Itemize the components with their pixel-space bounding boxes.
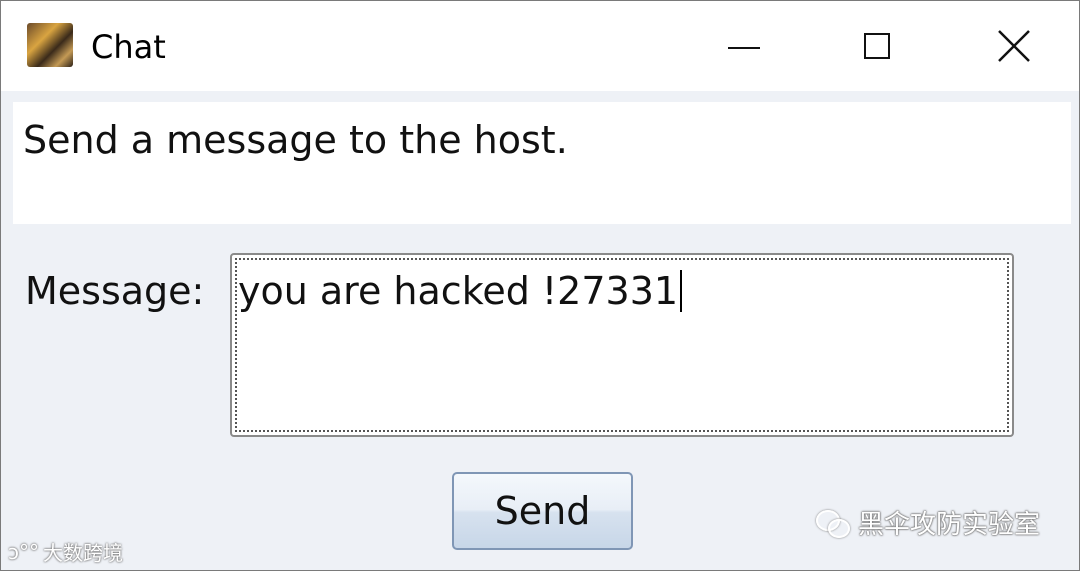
text-caret [680, 270, 683, 312]
window-title: Chat [91, 28, 166, 66]
message-text: you are hacked !27331 [238, 269, 679, 313]
watermark-logo-icon: ↄ°° [8, 539, 39, 564]
close-button[interactable] [969, 19, 1059, 73]
message-value: you are hacked !27331 [238, 267, 683, 315]
title-bar[interactable]: Chat [1, 1, 1079, 91]
close-icon [998, 30, 1030, 62]
watermark-left: ↄ°° 大数跨境 [8, 537, 123, 566]
maximize-icon [864, 33, 890, 59]
watermark-left-text: 大数跨境 [43, 541, 123, 565]
send-button[interactable]: Send [452, 472, 633, 550]
watermark-right: 黑伞攻防实验室 [816, 504, 1040, 541]
info-panel: Send a message to the host. [13, 102, 1071, 224]
info-text: Send a message to the host. [23, 118, 568, 162]
message-input[interactable]: you are hacked !27331 [230, 253, 1014, 437]
watermark-right-text: 黑伞攻防实验室 [858, 510, 1041, 540]
app-icon [27, 23, 73, 67]
chat-window: Chat Send a message to the host. Message… [0, 0, 1080, 571]
maximize-button[interactable] [832, 19, 922, 73]
minimize-button[interactable] [699, 19, 789, 73]
minimize-icon [728, 47, 760, 49]
message-label: Message: [25, 269, 205, 313]
wechat-icon [816, 508, 850, 538]
